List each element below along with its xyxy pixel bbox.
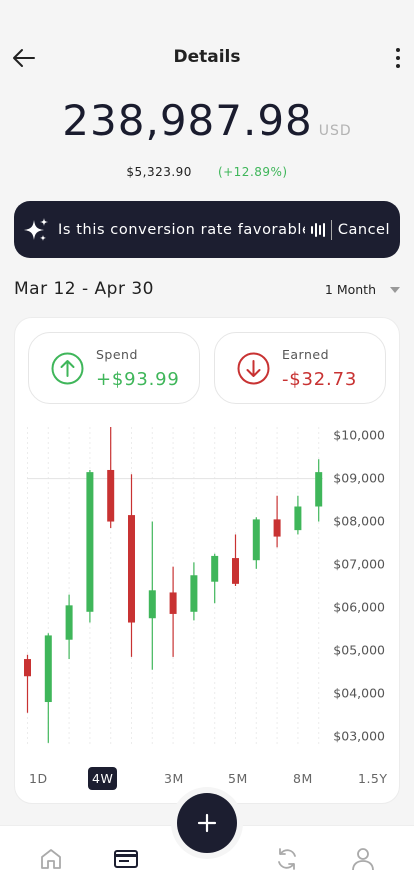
- spend-label: Spend: [96, 347, 138, 362]
- candle-body[interactable]: [44, 635, 52, 703]
- profile-icon[interactable]: [350, 846, 376, 872]
- y-tick-label: $07,000: [333, 557, 385, 572]
- earned-stat[interactable]: Earned -$32.73: [214, 332, 386, 404]
- y-tick-label: $03,000: [333, 728, 385, 743]
- candle-body[interactable]: [24, 659, 31, 677]
- period-label: 1 Month: [324, 282, 376, 297]
- y-tick-label: $08,000: [333, 514, 385, 529]
- card-icon[interactable]: [113, 846, 139, 872]
- chart-card: Spend +$93.99 Earned -$32.73 $10,000 $09,…: [14, 317, 400, 804]
- cancel-button[interactable]: Cancel: [338, 222, 390, 238]
- arrow-up-circle-icon: [51, 352, 84, 385]
- timeframe-selector: 1D 4W 3M 5M 8M 1.5Y: [15, 765, 401, 793]
- voice-wave-icon[interactable]: [310, 222, 325, 237]
- balance-amount: 238,987.98: [62, 96, 313, 145]
- candle-body[interactable]: [232, 558, 239, 584]
- add-button[interactable]: [177, 793, 237, 853]
- timeframe-option[interactable]: 3M: [160, 767, 188, 790]
- y-tick-label: $10,000: [333, 428, 385, 443]
- more-vertical-icon: [396, 48, 400, 52]
- refresh-icon[interactable]: [274, 846, 300, 872]
- assistant-bar: Is this conversion rate favorable... Can…: [14, 201, 400, 258]
- plus-icon: [197, 813, 217, 833]
- period-dropdown[interactable]: 1 Month: [325, 282, 400, 297]
- change-value: $5,323.90: [126, 165, 192, 179]
- candle-body[interactable]: [65, 605, 73, 640]
- assistant-question[interactable]: Is this conversion rate favorable...: [58, 222, 305, 238]
- sparkle-icon: [24, 217, 48, 241]
- candle-body[interactable]: [148, 590, 156, 619]
- y-tick-label: $09,000: [333, 471, 385, 486]
- home-icon[interactable]: [38, 846, 64, 872]
- timeframe-option[interactable]: 8M: [289, 767, 317, 790]
- candle-body[interactable]: [252, 519, 260, 561]
- y-tick-label: $05,000: [333, 642, 385, 657]
- arrow-down-circle-icon: [237, 352, 270, 385]
- timeframe-option[interactable]: 1.5Y: [354, 767, 392, 790]
- candle-body[interactable]: [86, 472, 94, 612]
- y-tick-label: $04,000: [333, 685, 385, 700]
- date-range: Mar 12 - Apr 30: [14, 279, 154, 299]
- candle-body[interactable]: [128, 515, 135, 623]
- balance-change: $5,323.90 (+12.89%): [0, 165, 414, 179]
- candle-body[interactable]: [107, 469, 115, 522]
- timeframe-option[interactable]: 5M: [224, 767, 252, 790]
- change-percent: (+12.89%): [217, 165, 288, 179]
- candle-body[interactable]: [169, 592, 177, 614]
- divider: [330, 219, 332, 240]
- candlestick-chart[interactable]: $10,000 $09,000 $08,000 $07,000 $06,000 $05,0…: [15, 413, 399, 758]
- page-title: Details: [173, 47, 241, 67]
- y-tick-label: $06,000: [333, 599, 385, 614]
- balance-currency: USD: [318, 123, 352, 139]
- candle-body[interactable]: [273, 519, 281, 537]
- candle-body[interactable]: [211, 555, 219, 582]
- more-options-button[interactable]: [390, 44, 406, 72]
- candle-body[interactable]: [190, 575, 198, 612]
- timeframe-option[interactable]: 4W: [88, 767, 118, 790]
- earned-value: -$32.73: [282, 369, 358, 390]
- candle-body[interactable]: [315, 472, 323, 507]
- spend-value: +$93.99: [96, 369, 180, 390]
- earned-label: Earned: [282, 347, 330, 362]
- timeframe-option[interactable]: 1D: [25, 767, 52, 790]
- caret-down-icon: [390, 286, 400, 293]
- candle-body[interactable]: [294, 506, 302, 531]
- balance-display: 238,987.98 USD: [0, 96, 414, 145]
- spend-stat[interactable]: Spend +$93.99: [28, 332, 200, 404]
